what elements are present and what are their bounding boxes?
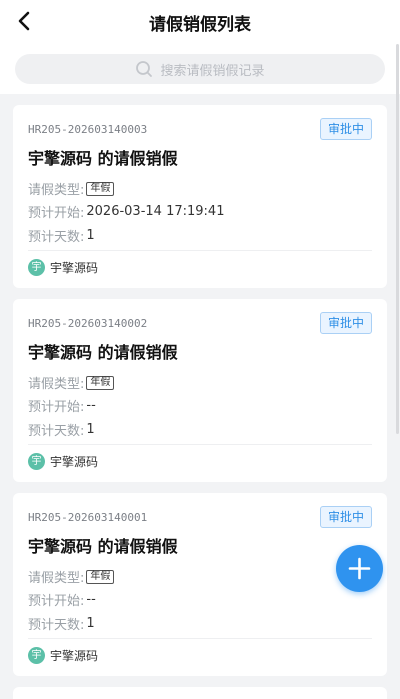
days-row: 预计天数: 1 [28, 226, 95, 245]
days-label: 预计天数: [28, 230, 85, 245]
applicant: 宇 宇擎源码 [28, 259, 98, 276]
search-bar: 搜索请假销假记录 [0, 44, 400, 94]
search-placeholder: 搜索请假销假记录 [160, 63, 265, 79]
leave-type-label: 请假类型: [28, 571, 85, 586]
leave-card[interactable]: HR205-202603140002 审批中 宇擎源码 的请假销假 请假类型: … [13, 299, 387, 482]
avatar: 宇 [28, 453, 45, 470]
status-badge: 审批中 [319, 506, 372, 528]
days-value: 1 [86, 228, 95, 243]
search-input[interactable]: 搜索请假销假记录 [15, 54, 385, 84]
card-title: 宇擎源码 的请假销假 [28, 343, 178, 362]
leave-type-row: 请假类型: 年假 [28, 567, 115, 586]
status-badge: 审批中 [319, 118, 372, 140]
leave-type-row: 请假类型: 年假 [28, 179, 115, 198]
leave-type-tag: 年假 [86, 375, 115, 390]
leave-type-row: 请假类型: 年假 [28, 373, 115, 392]
leave-card[interactable]: HR205-202603140003 审批中 宇擎源码 的请假销假 请假类型: … [13, 105, 387, 288]
leave-type-label: 请假类型: [28, 377, 85, 392]
start-label: 预计开始: [28, 400, 85, 415]
start-row: 预计开始: -- [28, 396, 96, 415]
applicant-name: 宇擎源码 [50, 455, 99, 469]
avatar: 宇 [28, 647, 45, 664]
applicant: 宇 宇擎源码 [28, 453, 98, 470]
days-label: 预计天数: [28, 618, 85, 633]
scrollbar[interactable] [396, 44, 399, 434]
avatar: 宇 [28, 259, 45, 276]
days-value: 1 [86, 422, 95, 437]
start-row: 预计开始: -- [28, 590, 96, 609]
days-value: 1 [86, 616, 95, 631]
record-code: HR205-202603140003 [28, 123, 148, 136]
start-label: 预计开始: [28, 594, 85, 609]
top-bar: 请假销假列表 [0, 0, 400, 44]
days-label: 预计天数: [28, 424, 85, 439]
leave-type-label: 请假类型: [28, 183, 85, 198]
record-code: HR205-202603140002 [28, 317, 148, 330]
divider [28, 638, 372, 639]
divider [28, 444, 372, 445]
start-value: -- [86, 592, 96, 607]
add-button[interactable] [336, 545, 383, 592]
card-title: 宇擎源码 的请假销假 [28, 537, 178, 556]
status-badge: 审批中 [319, 312, 372, 334]
leave-type-tag: 年假 [86, 181, 115, 196]
start-value: -- [86, 398, 96, 413]
days-row: 预计天数: 1 [28, 614, 95, 633]
page-title: 请假销假列表 [149, 15, 251, 35]
start-label: 预计开始: [28, 206, 85, 221]
card-title: 宇擎源码 的请假销假 [28, 149, 178, 168]
plus-icon [348, 557, 371, 580]
leave-type-tag: 年假 [86, 569, 115, 584]
search-icon [136, 61, 153, 77]
record-code: HR205-202603140001 [28, 511, 148, 524]
applicant-name: 宇擎源码 [50, 649, 99, 663]
leave-card[interactable]: HR205-202603140001 审批中 宇擎源码 的请假销假 请假类型: … [13, 493, 387, 676]
applicant: 宇 宇擎源码 [28, 647, 98, 664]
start-row: 预计开始: 2026-03-14 17:19:41 [28, 202, 224, 221]
days-row: 预计天数: 1 [28, 420, 95, 439]
leave-card[interactable] [13, 687, 387, 699]
applicant-name: 宇擎源码 [50, 261, 99, 275]
start-value: 2026-03-14 17:19:41 [86, 204, 225, 219]
divider [28, 250, 372, 251]
